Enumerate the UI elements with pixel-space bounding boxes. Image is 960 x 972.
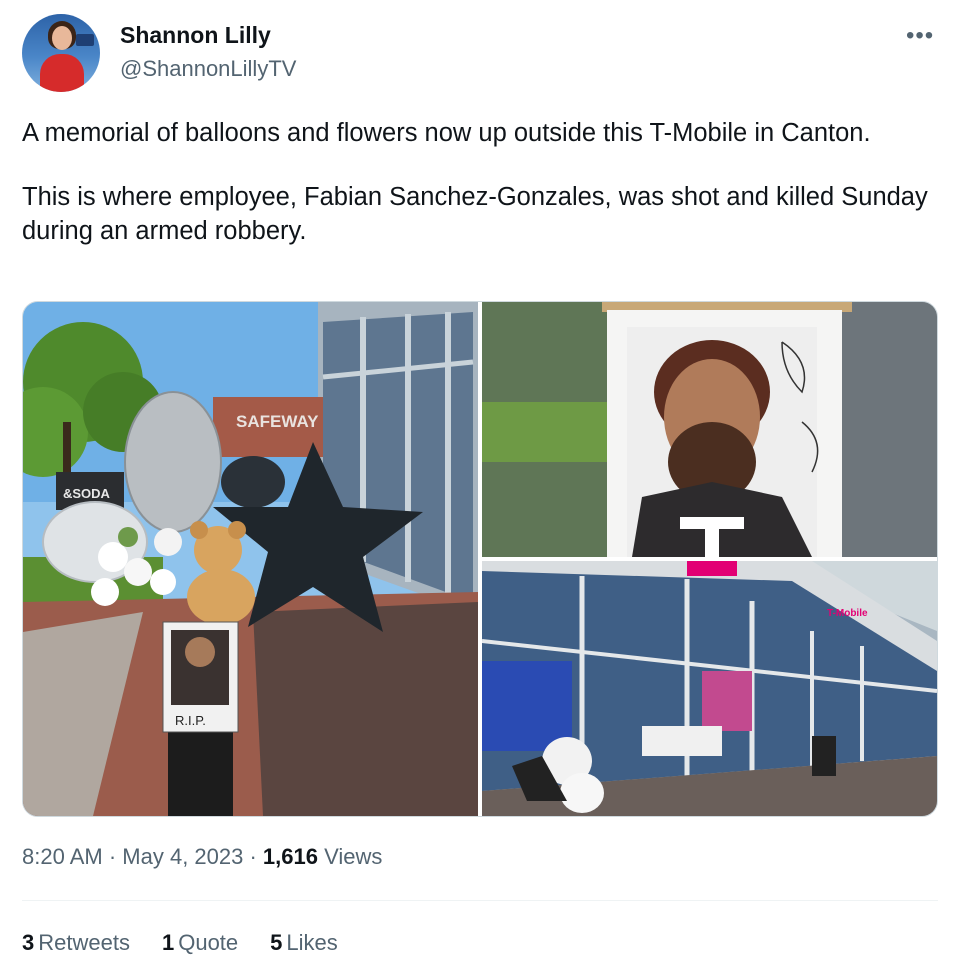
tweet-stats: 3 Retweets 1 Quote 5 Likes [22, 930, 338, 956]
retweets-stat[interactable]: 3 Retweets [22, 930, 130, 956]
divider [22, 900, 938, 901]
avatar-station-logo [76, 34, 94, 46]
meta-separator: · [102, 844, 123, 869]
retweets-count: 3 [22, 930, 35, 955]
likes-stat[interactable]: 5 Likes [270, 930, 338, 956]
avatar-dress [40, 54, 84, 92]
avatar-face [52, 26, 72, 50]
tweet-text: A memorial of balloons and flowers now u… [22, 116, 938, 248]
safeway-sign: SAFEWAY [236, 412, 319, 431]
memorial-photo[interactable]: SAFEWAY &SODA R.I.P. [23, 302, 478, 816]
portrait-photo[interactable] [482, 302, 937, 557]
author-handle[interactable]: @ShannonLillyTV [120, 56, 296, 82]
storefront-photo[interactable]: T-Mobile [482, 561, 937, 816]
tweet-paragraph-2: This is where employee, Fabian Sanchez-G… [22, 183, 928, 245]
author-name[interactable]: Shannon Lilly [120, 22, 271, 49]
rip-caption: R.I.P. [175, 713, 206, 728]
likes-count: 5 [270, 930, 283, 955]
more-horizontal-icon[interactable]: ••• [906, 22, 934, 50]
tweet-meta: 8:20 AM · May 4, 2023 · 1,616 Views [22, 844, 382, 870]
tweet-paragraph-1: A memorial of balloons and flowers now u… [22, 119, 871, 147]
meta-separator: · [243, 844, 263, 869]
quotes-stat[interactable]: 1 Quote [162, 930, 238, 956]
soda-sign: &SODA [63, 486, 111, 501]
quotes-label: Quote [178, 930, 239, 955]
views-count: 1,616 [262, 844, 318, 869]
tmobile-sign: T-Mobile [827, 608, 868, 619]
retweets-label: Retweets [38, 930, 130, 955]
likes-label: Likes [286, 930, 338, 955]
media-grid: SAFEWAY &SODA R.I.P. T-Mobile [22, 301, 938, 817]
tweet-time[interactable]: 8:20 AM [22, 844, 103, 869]
author-avatar[interactable] [22, 14, 100, 92]
views-label: Views [317, 844, 383, 869]
quotes-count: 1 [161, 930, 175, 955]
tweet-date[interactable]: May 4, 2023 [122, 844, 243, 869]
